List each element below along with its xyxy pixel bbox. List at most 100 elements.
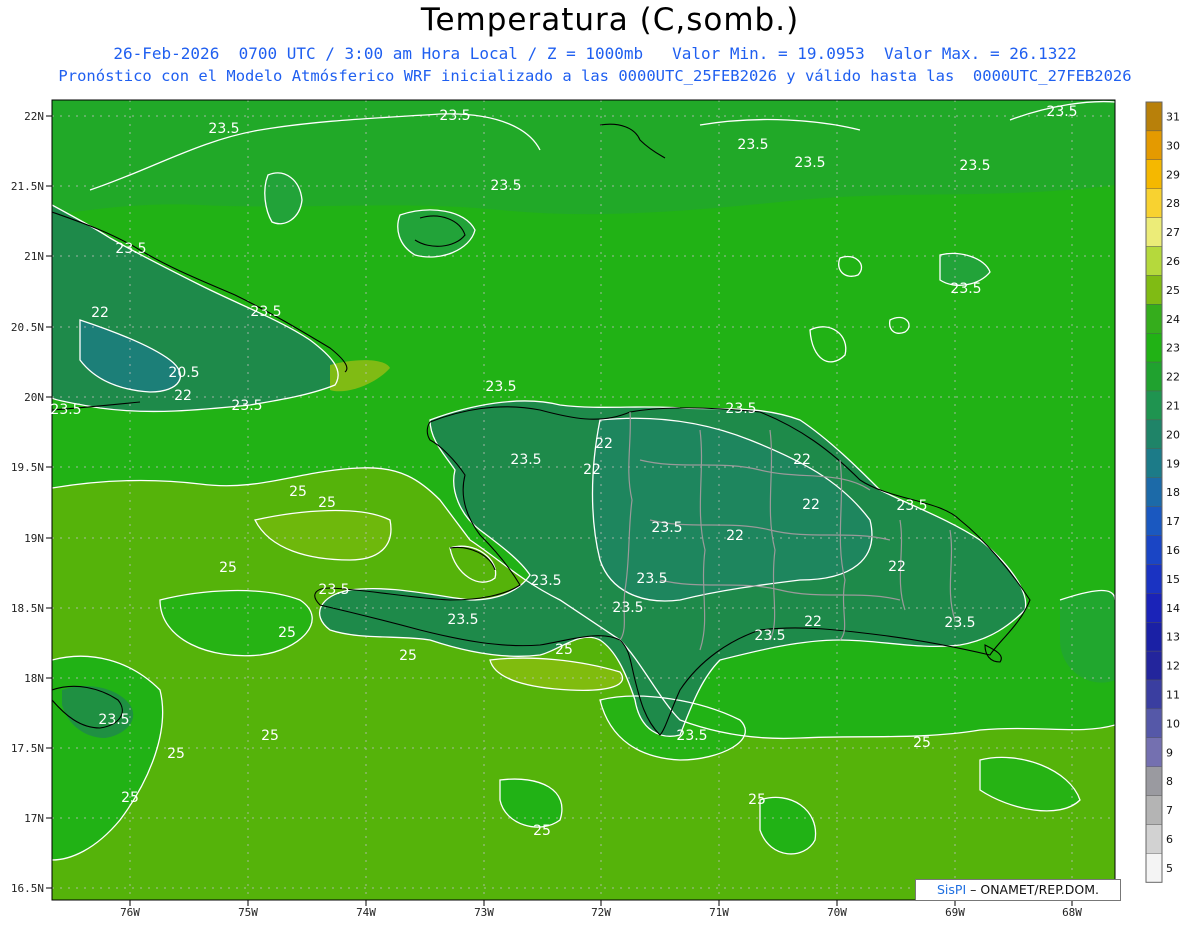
contour-label: 22 xyxy=(583,462,601,478)
lon-label: 71W xyxy=(709,906,729,919)
contour-label: 23.5 xyxy=(794,155,825,171)
colorbar-label: 22 xyxy=(1166,371,1180,384)
lon-label: 75W xyxy=(238,906,258,919)
colorbar-swatch xyxy=(1145,333,1163,363)
contour-label: 23.5 xyxy=(250,304,281,320)
contour-label: 23.5 xyxy=(725,401,756,417)
colorbar-label: 20 xyxy=(1166,428,1180,441)
lat-label: 19N xyxy=(24,532,44,545)
colorbar-label: 25 xyxy=(1166,284,1180,297)
lat-label: 18N xyxy=(24,672,44,685)
colorbar-label: 16 xyxy=(1166,544,1180,557)
contour-label: 23.5 xyxy=(115,241,146,257)
contour-label: 25 xyxy=(399,648,417,664)
colorbar-swatch xyxy=(1145,650,1163,681)
colorbar-swatch xyxy=(1145,130,1163,160)
lat-label: 21N xyxy=(24,250,44,263)
colorbar-label: 10 xyxy=(1166,717,1180,730)
colorbar-swatch xyxy=(1145,448,1163,478)
lat-label: 22N xyxy=(24,110,44,123)
contour-label: 22 xyxy=(174,388,192,404)
credit-brand: SisPI xyxy=(937,882,967,897)
lat-label: 17.5N xyxy=(11,742,44,755)
lon-label: 73W xyxy=(474,906,494,919)
colorbar-swatch xyxy=(1145,304,1163,334)
colorbar-label: 13 xyxy=(1166,631,1180,644)
colorbar-label: 7 xyxy=(1166,804,1173,817)
colorbar-swatch xyxy=(1145,679,1163,710)
contour-label: 22 xyxy=(802,497,820,513)
colorbar-swatch xyxy=(1145,275,1163,305)
contour-label: 25 xyxy=(748,792,766,808)
contour-label: 23.5 xyxy=(950,281,981,297)
contour-label: 23.5 xyxy=(754,628,785,644)
contour-label: 25 xyxy=(278,625,296,641)
latitude-labels: 22N 21.5N 21N 20.5N 20N 19.5N 19N 18.5N 18N 17.5N… xyxy=(11,110,52,895)
lat-label: 20.5N xyxy=(11,321,44,334)
credit-box: SisPI – ONAMET/REP.DOM. xyxy=(915,879,1121,901)
lat-label: 16.5N xyxy=(11,882,44,895)
lon-label: 74W xyxy=(356,906,376,919)
colorbar-swatch xyxy=(1145,188,1163,218)
contour-label: 25 xyxy=(318,495,336,511)
contour-label: 23.5 xyxy=(896,498,927,514)
colorbar-label: 30 xyxy=(1166,139,1180,152)
contour-label: 22 xyxy=(888,559,906,575)
colorbar-label: 18 xyxy=(1166,486,1180,499)
colorbar-swatch xyxy=(1145,159,1163,189)
colorbar-swatch xyxy=(1145,766,1163,796)
contour-label: 23.5 xyxy=(50,402,81,418)
lon-label: 70W xyxy=(827,906,847,919)
contour-label: 23.5 xyxy=(490,178,521,194)
colorbar-label: 26 xyxy=(1166,255,1180,268)
colorbar-label: 21 xyxy=(1166,399,1180,412)
colorbar-label: 6 xyxy=(1166,833,1173,846)
colorbar-swatch xyxy=(1145,506,1163,536)
colorbar-label: 15 xyxy=(1166,573,1180,586)
lon-label: 69W xyxy=(945,906,965,919)
colorbar-label: 23 xyxy=(1166,342,1180,355)
colorbar-label: 12 xyxy=(1166,660,1180,673)
contour-label: 22 xyxy=(595,436,613,452)
colorbar-label: 5 xyxy=(1166,862,1173,875)
contour-label: 25 xyxy=(219,560,237,576)
contour-label: 23.5 xyxy=(530,573,561,589)
colorbar-swatch xyxy=(1145,564,1163,594)
contour-label: 23.5 xyxy=(944,615,975,631)
lat-label: 19.5N xyxy=(11,461,44,474)
temperature-map: 23.5 23.5 23.5 23.5 23.5 23.5 23.5 23.5 23.5 23.5… xyxy=(11,99,1180,919)
contour-label: 23.5 xyxy=(737,137,768,153)
colorbar-label: 19 xyxy=(1166,457,1180,470)
colorbar-swatch xyxy=(1145,593,1163,623)
colorbar-swatch xyxy=(1145,737,1163,767)
colorbar-swatch xyxy=(1145,419,1163,449)
contour-label: 25 xyxy=(913,735,931,751)
colorbar-swatch xyxy=(1145,853,1163,883)
contour-label: 23.5 xyxy=(318,582,349,598)
colorbar-swatch xyxy=(1145,246,1163,276)
colorbar-swatch xyxy=(1145,390,1163,421)
colorbar-label: 31 xyxy=(1166,110,1180,123)
contour-label: 22 xyxy=(804,614,822,630)
lon-label: 76W xyxy=(120,906,140,919)
colorbar-label: 8 xyxy=(1166,775,1173,788)
colorbar-label: 11 xyxy=(1166,688,1180,701)
contour-label: 22 xyxy=(726,528,744,544)
contour-label: 23.5 xyxy=(439,108,470,124)
lon-label: 72W xyxy=(591,906,611,919)
colorbar-swatch xyxy=(1145,477,1163,507)
contour-label: 22 xyxy=(793,452,811,468)
colorbar-label: 28 xyxy=(1166,197,1180,210)
contour-label: 23.5 xyxy=(447,612,478,628)
lon-label: 68W xyxy=(1062,906,1082,919)
contour-label: 23.5 xyxy=(612,600,643,616)
colorbar-swatch xyxy=(1145,101,1163,132)
contour-label: 25 xyxy=(289,484,307,500)
contour-label: 25 xyxy=(167,746,185,762)
contour-label: 22 xyxy=(91,305,109,321)
credit-text: – ONAMET/REP.DOM. xyxy=(966,882,1099,897)
colorbar-label: 27 xyxy=(1166,226,1180,239)
contour-label: 25 xyxy=(555,642,573,658)
contour-label: 23.5 xyxy=(485,379,516,395)
contour-label: 23.5 xyxy=(676,728,707,744)
